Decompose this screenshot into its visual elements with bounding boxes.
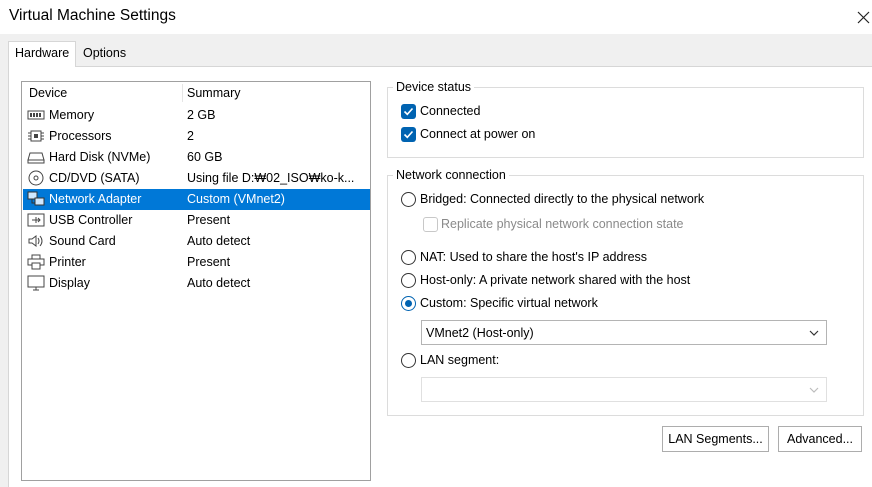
device-summary: Auto detect	[187, 276, 251, 290]
column-divider[interactable]	[182, 84, 183, 102]
tab-hardware[interactable]: Hardware	[8, 41, 77, 67]
device-list[interactable]: Device Summary Memory 2 GB Processors 2 …	[21, 81, 371, 481]
cd-dvd-icon	[28, 170, 44, 186]
network-connection-title: Network connection	[393, 168, 509, 182]
device-name: Network Adapter	[49, 192, 142, 206]
device-summary: Using file D:₩02_ISO₩ko-k...	[187, 171, 355, 185]
replicate-state-label[interactable]: Replicate physical network connection st…	[441, 217, 684, 231]
window-title: Virtual Machine Settings	[9, 7, 176, 24]
lan-segment-radio[interactable]	[401, 353, 416, 368]
lan-segment-select[interactable]	[421, 377, 827, 402]
connected-label[interactable]: Connected	[420, 104, 480, 118]
custom-radio[interactable]	[401, 296, 416, 311]
device-row-processors[interactable]: Processors 2	[23, 126, 370, 147]
device-row-sound-card[interactable]: Sound Card Auto detect	[23, 231, 370, 252]
display-icon	[27, 275, 45, 291]
tab-options[interactable]: Options	[77, 42, 132, 66]
lan-segment-label[interactable]: LAN segment:	[420, 353, 499, 367]
device-row-memory[interactable]: Memory 2 GB	[23, 105, 370, 126]
device-name: Hard Disk (NVMe)	[49, 150, 151, 164]
host-only-label[interactable]: Host-only: A private network shared with…	[420, 273, 690, 287]
bridged-radio[interactable]	[401, 192, 416, 207]
device-summary: Auto detect	[187, 234, 251, 248]
column-header-summary[interactable]: Summary	[187, 86, 240, 100]
checkmark-icon	[403, 107, 414, 116]
device-row-cd-dvd[interactable]: CD/DVD (SATA) Using file D:₩02_ISO₩ko-k.…	[23, 168, 370, 189]
device-name: CD/DVD (SATA)	[49, 171, 140, 185]
hard-disk-icon	[27, 152, 45, 164]
device-summary: 60 GB	[187, 150, 223, 164]
custom-network-select[interactable]: VMnet2 (Host-only)	[421, 320, 827, 345]
sound-icon	[28, 235, 43, 247]
device-name: USB Controller	[49, 213, 133, 227]
chevron-down-icon	[809, 387, 819, 393]
title-bar: Virtual Machine Settings	[0, 0, 872, 34]
chevron-down-icon	[809, 330, 819, 336]
device-summary: Custom (VMnet2)	[187, 192, 285, 206]
device-name: Memory	[49, 108, 95, 122]
host-only-radio[interactable]	[401, 273, 416, 288]
device-row-network-adapter[interactable]: Network Adapter Custom (VMnet2)	[23, 189, 370, 210]
connected-checkbox[interactable]	[401, 104, 416, 119]
device-summary: Present	[187, 213, 231, 227]
lan-segments-button[interactable]: LAN Segments...	[662, 426, 769, 452]
usb-icon	[27, 213, 45, 227]
nat-radio[interactable]	[401, 250, 416, 265]
device-status-group	[387, 87, 864, 158]
connect-at-power-on-label[interactable]: Connect at power on	[420, 127, 535, 141]
device-summary: 2 GB	[187, 108, 216, 122]
column-header-device[interactable]: Device	[29, 86, 67, 100]
device-status-title: Device status	[393, 80, 475, 94]
close-button[interactable]	[848, 2, 872, 32]
connect-at-power-on-checkbox[interactable]	[401, 127, 416, 142]
nat-label[interactable]: NAT: Used to share the host's IP address	[420, 250, 647, 264]
device-row-hard-disk[interactable]: Hard Disk (NVMe) 60 GB	[23, 147, 370, 168]
device-name: Sound Card	[49, 234, 116, 248]
advanced-button[interactable]: Advanced...	[778, 426, 862, 452]
processor-icon	[28, 130, 44, 142]
device-list-header: Device Summary	[22, 82, 370, 104]
custom-label[interactable]: Custom: Specific virtual network	[420, 296, 598, 310]
network-adapter-icon	[27, 191, 45, 206]
device-row-usb-controller[interactable]: USB Controller Present	[23, 210, 370, 231]
printer-icon	[27, 254, 45, 270]
device-name: Display	[49, 276, 90, 290]
device-name: Processors	[49, 129, 112, 143]
device-summary: Present	[187, 255, 231, 269]
custom-network-value: VMnet2 (Host-only)	[426, 326, 534, 340]
bridged-label[interactable]: Bridged: Connected directly to the physi…	[420, 192, 704, 206]
replicate-state-checkbox[interactable]	[423, 217, 438, 232]
checkmark-icon	[403, 130, 414, 139]
memory-icon	[27, 110, 45, 120]
device-name: Printer	[49, 255, 86, 269]
close-icon	[857, 11, 870, 24]
device-summary: 2	[187, 129, 194, 143]
device-row-display[interactable]: Display Auto detect	[23, 273, 370, 294]
device-row-printer[interactable]: Printer Present	[23, 252, 370, 273]
